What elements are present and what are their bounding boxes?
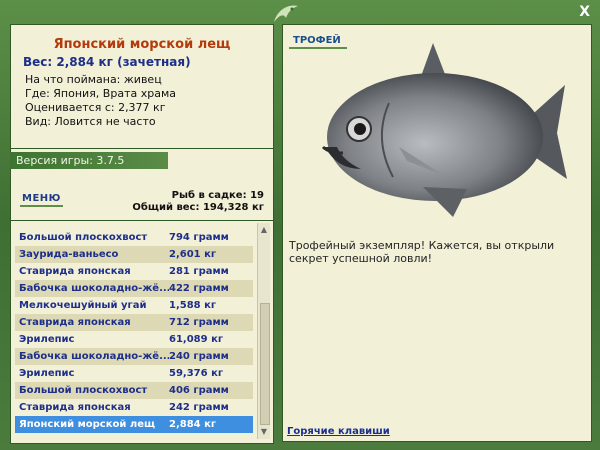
fish-value: Оценивается с: 2,377 кг — [25, 101, 166, 114]
list-item-weight: 794 грамм — [169, 232, 229, 243]
fish-info-panel: Японский морской лещ Вес: 2,884 кг (заче… — [10, 24, 274, 150]
list-item-name: Бабочка шоколадно-жё... — [19, 283, 169, 294]
list-item-name: Японский морской лещ — [19, 419, 156, 430]
list-item-name: Ставрида японская — [19, 402, 131, 413]
list-item-weight: 1,588 кг — [169, 300, 217, 311]
list-item[interactable]: Большой плоскохвост 794 грамм — [15, 229, 253, 246]
list-item-weight: 2,884 кг — [169, 419, 217, 430]
fish-image — [321, 43, 567, 217]
list-item-weight: 422 грамм — [169, 283, 229, 294]
scrollbar-thumb[interactable] — [260, 303, 270, 425]
list-item[interactable]: Эрилепис 59,376 кг — [15, 365, 253, 382]
arrow-down-icon[interactable]: ▼ — [259, 427, 269, 437]
trophy-text: Трофейный экземпляр! Кажется, вы открыли… — [289, 239, 555, 265]
list-item[interactable]: Большой плоскохвост 406 грамм — [15, 382, 253, 399]
game-frame: X Японский морской лещ Вес: 2,884 кг (за… — [0, 0, 600, 450]
list-item-weight: 59,376 кг — [169, 368, 224, 379]
fish-weight: Вес: 2,884 кг (зачетная) — [23, 55, 191, 69]
list-item-name: Мелкочешуйный угай — [19, 300, 147, 311]
list-item-weight: 406 грамм — [169, 385, 229, 396]
close-button[interactable]: X — [579, 4, 590, 20]
fish-frequency: Вид: Ловится не часто — [25, 115, 156, 128]
list-item-weight: 61,089 кг — [169, 334, 224, 345]
list-item[interactable]: Ставрида японская 281 грамм — [15, 263, 253, 280]
arrow-up-icon[interactable]: ▲ — [259, 225, 269, 235]
list-item-name: Большой плоскохвост — [19, 232, 148, 243]
list-item-weight: 242 грамм — [169, 402, 229, 413]
fish-name: Японский морской лещ — [53, 37, 231, 52]
fish-count: Рыб в садке: 19 — [171, 190, 264, 201]
catch-list: Большой плоскохвост 794 грамм Заурида-вань… — [15, 223, 253, 439]
total-weight: Общий вес: 194,328 кг — [132, 202, 264, 213]
fish-logo-icon — [274, 5, 298, 22]
list-item-weight: 240 грамм — [169, 351, 229, 362]
game-version: Версия игры: 3.7.5 — [10, 152, 168, 169]
list-item[interactable]: Ставрида японская 242 грамм — [15, 399, 253, 416]
list-item[interactable]: Эрилепис 61,089 кг — [15, 331, 253, 348]
list-item-weight: 2,601 кг — [169, 249, 217, 260]
list-item-name: Заурида-ваньесо — [19, 249, 119, 260]
list-item-weight: 712 грамм — [169, 317, 229, 328]
list-item-weight: 281 грамм — [169, 266, 229, 277]
list-item[interactable]: Мелкочешуйный угай 1,588 кг — [15, 297, 253, 314]
fish-location: Где: Япония, Врата храма — [25, 87, 176, 100]
catch-list-panel: Большой плоскохвост 794 грамм Заурида-вань… — [10, 220, 274, 444]
list-item-name: Эрилепис — [19, 368, 75, 379]
menu-button[interactable]: МЕНЮ — [20, 193, 63, 207]
list-item-name: Ставрида японская — [19, 317, 131, 328]
list-scrollbar[interactable]: ▲ ▼ — [257, 223, 270, 439]
trophy-panel: ТРОФЕЙ Трофейный экземпляр! Кажется, вы … — [282, 24, 592, 442]
list-item[interactable]: Бабочка шоколадно-жё... 422 грамм — [15, 280, 253, 297]
hotkeys-link[interactable]: Горячие клавиши — [287, 426, 390, 437]
list-item-name: Бабочка шоколадно-жё... — [19, 351, 169, 362]
list-item-name: Эрилепис — [19, 334, 75, 345]
list-item-name: Большой плоскохвост — [19, 385, 148, 396]
list-item[interactable]: Японский морской лещ 2,884 кг — [15, 416, 253, 433]
list-item-name: Ставрида японская — [19, 266, 131, 277]
list-item[interactable]: Заурида-ваньесо 2,601 кг — [15, 246, 253, 263]
list-item[interactable]: Ставрида японская 712 грамм — [15, 314, 253, 331]
list-item[interactable]: Бабочка шоколадно-жё... 240 грамм — [15, 348, 253, 365]
fish-bait: На что поймана: живец — [25, 73, 162, 86]
